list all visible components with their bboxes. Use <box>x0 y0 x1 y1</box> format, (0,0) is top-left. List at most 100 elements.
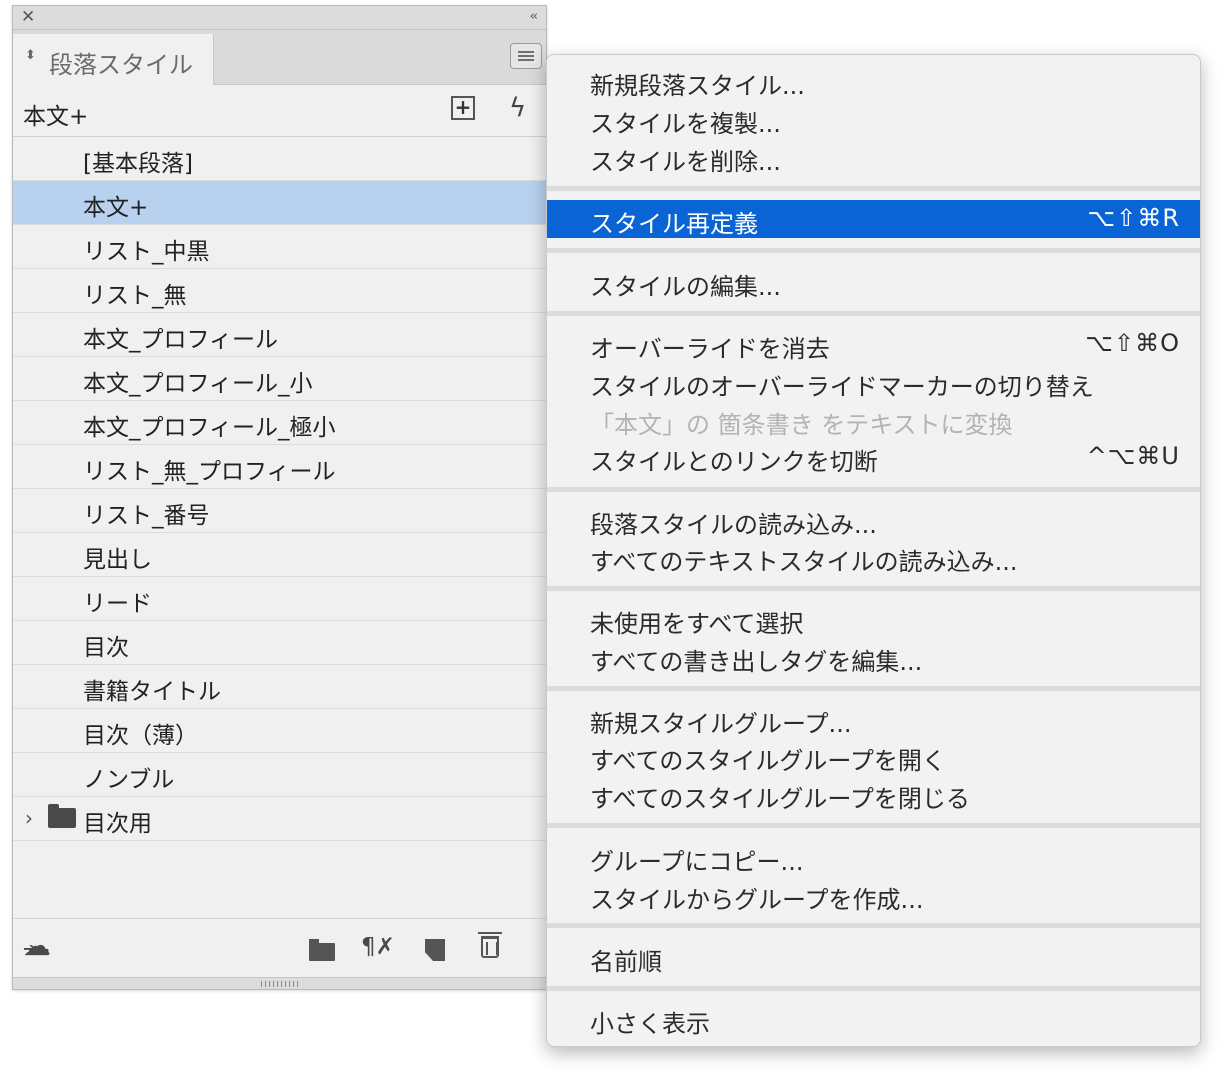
menu-item: 「本文」の 箇条書き をテキストに変換 <box>547 401 1200 439</box>
menu-item-label: オーバーライドを消去 <box>590 335 830 363</box>
style-row[interactable]: 本文_プロフィール_小 <box>13 357 546 401</box>
menu-item[interactable]: すべてのテキストスタイルの読み込み... <box>547 538 1200 576</box>
menu-item[interactable]: スタイルを複製... <box>547 100 1200 138</box>
menu-item[interactable]: すべてのスタイルグループを開く <box>547 737 1200 775</box>
menu-separator <box>547 923 1200 928</box>
menu-item-label: 小さく表示 <box>590 1010 710 1038</box>
menu-item-label: 未使用をすべて選択 <box>590 610 804 638</box>
menu-item[interactable]: スタイルのオーバーライドマーカーの切り替え <box>547 363 1200 401</box>
style-row[interactable]: 見出し <box>13 533 546 577</box>
menu-item[interactable]: スタイル再定義 ⌥⇧⌘R <box>547 200 1200 238</box>
menu-item-label: 新規スタイルグループ... <box>590 710 852 738</box>
menu-item-label: スタイルのオーバーライドマーカーの切り替え <box>590 373 1094 401</box>
menu-separator <box>547 823 1200 828</box>
style-row[interactable]: リスト_無 <box>13 269 546 313</box>
style-row[interactable]: 本文_プロフィール_極小 <box>13 401 546 445</box>
style-row[interactable]: 書籍タイトル <box>13 665 546 709</box>
style-row[interactable]: 本文+ <box>13 181 546 225</box>
style-row[interactable]: リスト_無_プロフィール <box>13 445 546 489</box>
style-name: 目次 <box>83 635 129 661</box>
menu-item-shortcut: ⌥⇧⌘O <box>1085 329 1180 357</box>
style-name: 本文+ <box>83 195 149 221</box>
menu-item[interactable]: すべての書き出しタグを編集... <box>547 638 1200 676</box>
close-icon[interactable]: ✕ <box>21 8 35 26</box>
style-row[interactable]: ノンブル <box>13 753 546 797</box>
style-name: リスト_無 <box>83 283 187 309</box>
style-list: [基本段落] 本文+ リスト_中黒 リスト_無本文_プロフィール本文_プロフィール_小… <box>13 137 546 841</box>
menu-separator <box>547 986 1200 991</box>
menu-item[interactable]: グループにコピー... <box>547 838 1200 876</box>
style-row[interactable]: 本文_プロフィール <box>13 313 546 357</box>
menu-separator <box>547 248 1200 253</box>
menu-item[interactable]: すべてのスタイルグループを閉じる <box>547 775 1200 813</box>
menu-item-label: スタイルを複製... <box>590 110 781 138</box>
style-row[interactable]: 目次 <box>13 621 546 665</box>
menu-item-label: 名前順 <box>590 948 662 976</box>
style-row[interactable]: リスト_中黒 <box>13 225 546 269</box>
menu-item-label: すべてのスタイルグループを開く <box>590 747 946 775</box>
menu-item[interactable]: 未使用をすべて選択 <box>547 600 1200 638</box>
style-row[interactable]: [基本段落] <box>13 137 546 181</box>
panel-resize-handle[interactable] <box>13 977 546 989</box>
menu-item-label: 新規段落スタイル... <box>590 72 805 100</box>
updown-arrows-icon[interactable]: ⬍ <box>25 48 36 63</box>
menu-item[interactable]: スタイルの編集... <box>547 263 1200 301</box>
menu-item-shortcut: ⌥⇧⌘R <box>1087 204 1180 232</box>
style-name: ノンブル <box>83 767 175 793</box>
menu-item-label: グループにコピー... <box>590 848 804 876</box>
menu-item-label: スタイルを削除... <box>590 148 781 176</box>
menu-item[interactable]: 新規スタイルグループ... <box>547 700 1200 738</box>
menu-item[interactable]: 名前順 <box>547 938 1200 976</box>
menu-item[interactable]: 段落スタイルの読み込み... <box>547 501 1200 539</box>
style-name: リスト_無_プロフィール <box>83 459 336 485</box>
menu-item[interactable]: 新規段落スタイル... <box>547 62 1200 100</box>
create-new-style-icon[interactable] <box>425 939 445 961</box>
panel-tab-row: ⬍ 段落スタイル <box>13 30 546 85</box>
menu-separator <box>547 186 1200 191</box>
menu-item[interactable]: オーバーライドを消去 ⌥⇧⌘O <box>547 325 1200 363</box>
tab-label: 段落スタイル <box>49 51 193 79</box>
panel-menu-button[interactable] <box>510 43 542 69</box>
menu-item-label: すべてのスタイルグループを閉じる <box>590 785 970 813</box>
style-name: リスト_中黒 <box>83 239 210 265</box>
style-name: リード <box>83 591 152 617</box>
menu-item-shortcut: ^⌥⌘U <box>1086 442 1180 470</box>
tab-paragraph-styles[interactable]: ⬍ 段落スタイル <box>13 34 214 85</box>
chevron-right-icon[interactable]: › <box>25 806 33 830</box>
style-name: 本文_プロフィール_小 <box>83 371 313 397</box>
clear-overrides-pilcrow-icon[interactable]: ¶✗ <box>361 934 395 960</box>
menu-item[interactable]: スタイルを削除... <box>547 138 1200 176</box>
style-row[interactable]: 目次（薄） <box>13 709 546 753</box>
paragraph-styles-panel: ✕ ‹‹ ⬍ 段落スタイル 本文+ + ϟ [基本段落] 本文+ リスト_中黒 リスト… <box>12 5 547 990</box>
menu-item-label: すべてのテキストスタイルの読み込み... <box>590 548 1018 576</box>
menu-item-label: 「本文」の 箇条書き をテキストに変換 <box>590 411 1013 439</box>
new-style-group-folder-icon[interactable] <box>309 939 335 961</box>
hamburger-icon <box>518 51 534 53</box>
current-style-bar: 本文+ + ϟ <box>13 85 546 137</box>
group-name: 目次用 <box>83 811 152 837</box>
menu-item[interactable]: スタイルとのリンクを切断 ^⌥⌘U <box>547 438 1200 476</box>
menu-item-label: すべての書き出しタグを編集... <box>590 648 923 676</box>
current-style-name: 本文+ <box>23 104 89 130</box>
style-group-row[interactable]: › 目次用 <box>13 797 546 841</box>
delete-style-trash-icon[interactable] <box>478 932 502 958</box>
clear-overrides-lightning-icon[interactable]: ϟ <box>509 93 526 123</box>
menu-item-label: スタイルの編集... <box>590 273 781 301</box>
menu-item-label: 段落スタイルの読み込み... <box>590 511 877 539</box>
style-row[interactable]: リスト_番号 <box>13 489 546 533</box>
panel-flyout-menu: 新規段落スタイル... スタイルを複製... スタイルを削除... スタイル再定義 ⌥⇧… <box>546 54 1201 1047</box>
new-style-from-selection-icon[interactable]: + <box>451 96 475 120</box>
collapse-panel-icon[interactable]: ‹‹ <box>530 9 539 24</box>
folder-icon <box>48 804 76 828</box>
menu-item[interactable]: 小さく表示 <box>547 1000 1200 1038</box>
menu-item[interactable]: スタイルからグループを作成... <box>547 876 1200 914</box>
menu-separator <box>547 311 1200 316</box>
style-row[interactable]: リード <box>13 577 546 621</box>
style-name: 本文_プロフィール <box>83 327 279 353</box>
style-name: 目次（薄） <box>83 723 198 749</box>
menu-item-label: スタイルからグループを作成... <box>590 886 924 914</box>
resize-grip-icon <box>261 981 299 987</box>
panel-titlebar: ✕ ‹‹ <box>13 6 546 30</box>
menu-separator <box>547 686 1200 691</box>
menu-separator <box>547 487 1200 492</box>
